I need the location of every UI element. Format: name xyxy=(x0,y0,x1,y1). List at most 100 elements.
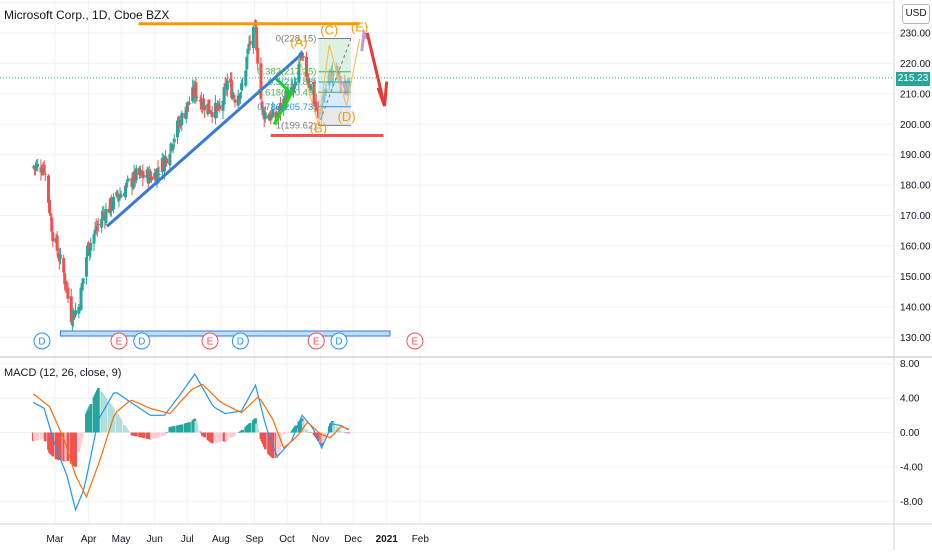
candle-body xyxy=(222,87,226,105)
event-marker-label: D xyxy=(237,337,244,348)
wave-label: (D) xyxy=(338,109,356,124)
macd-histogram-bar xyxy=(180,424,184,433)
candle-body xyxy=(43,173,47,175)
price-tick-label: 210.00 xyxy=(900,89,931,100)
time-tick-label: 2021 xyxy=(376,534,399,545)
fib-zone-upper xyxy=(318,38,351,82)
candle-body xyxy=(74,310,78,316)
time-tick-label: Nov xyxy=(312,534,330,545)
candle-body xyxy=(127,179,131,181)
candle-body xyxy=(89,242,93,251)
candle-body xyxy=(157,173,161,175)
event-marker-label: E xyxy=(207,337,214,348)
price-tick-label: 160.00 xyxy=(900,242,931,253)
event-marker-label: E xyxy=(313,337,320,348)
candle-body xyxy=(119,194,123,198)
candle-body xyxy=(134,168,138,181)
macd-histogram-bar xyxy=(210,432,214,444)
macd-histogram-bar xyxy=(198,430,202,433)
event-marker-label: D xyxy=(38,337,45,348)
time-tick-label: Aug xyxy=(212,534,230,545)
candle-body xyxy=(241,85,245,87)
macd-histogram-bar xyxy=(188,422,191,433)
macd-tick-label: 8.00 xyxy=(900,359,920,370)
macd-histogram-bar xyxy=(225,432,229,441)
macd-histogram-bar xyxy=(172,426,176,433)
candle-body xyxy=(210,111,214,117)
event-marker-label: E xyxy=(116,337,123,348)
macd-histogram-bar xyxy=(89,404,93,433)
candle-body xyxy=(256,47,260,64)
macd-histogram-bar xyxy=(347,432,351,434)
macd-histogram-bar xyxy=(119,420,123,433)
macd-histogram-bar xyxy=(218,432,222,442)
price-tick-label: 220.00 xyxy=(900,59,931,70)
candle-body xyxy=(36,164,40,167)
candle-body xyxy=(58,254,62,259)
event-marker-label: E xyxy=(412,337,419,348)
macd-tick-label: -8.00 xyxy=(900,497,923,508)
fib-level-label: 0.786(205.73) xyxy=(257,102,316,113)
macd-histogram-bar xyxy=(309,432,313,433)
macd-histogram-bar xyxy=(339,431,343,433)
macd-histogram-bar xyxy=(233,432,237,436)
time-tick-label: Jun xyxy=(147,534,163,545)
macd-histogram-bar xyxy=(305,429,308,433)
macd-histogram-bar xyxy=(74,432,77,467)
candle-body xyxy=(301,55,305,58)
time-tick-label: Oct xyxy=(279,534,295,545)
macd-tick-label: 4.00 xyxy=(900,394,920,405)
macd-histogram-bar xyxy=(263,432,267,450)
price-chart[interactable]: 130.00 140.00 150.00 160.00 170.00 180.00 190.… xyxy=(0,0,932,550)
candle-body xyxy=(263,112,267,120)
macd-histogram-bar xyxy=(43,432,47,442)
macd-tick-label: -4.00 xyxy=(900,462,923,473)
candle-body xyxy=(251,26,255,49)
candle-body xyxy=(168,154,172,166)
price-tick-label: 200.00 xyxy=(900,120,931,131)
macd-histogram-bar xyxy=(36,432,40,441)
background xyxy=(0,0,932,550)
candle-body xyxy=(248,40,252,45)
candle-body xyxy=(149,176,153,181)
time-tick-label: Feb xyxy=(412,534,430,545)
candle-body xyxy=(142,175,146,177)
candle-body xyxy=(225,80,229,91)
wave-label: (C) xyxy=(320,22,338,37)
candle-body xyxy=(81,278,85,284)
macd-histogram-bar xyxy=(203,432,206,438)
macd-histogram-bar xyxy=(157,432,161,438)
macd-histogram-bar xyxy=(241,429,244,433)
wave-label: (A) xyxy=(290,35,307,50)
candle-body xyxy=(180,112,184,125)
candle-body xyxy=(218,105,222,110)
time-tick-label: Jul xyxy=(181,534,194,545)
macd-histogram-bar xyxy=(164,432,167,434)
price-tick-label: 140.00 xyxy=(900,302,931,313)
macd-histogram-bar xyxy=(104,397,108,433)
macd-histogram-bar xyxy=(127,431,131,433)
candle-body xyxy=(104,208,108,224)
last-price-tag: 215.23 xyxy=(896,72,930,86)
currency-badge[interactable]: USD xyxy=(902,4,930,24)
candle-body xyxy=(233,99,237,103)
macd-histogram-bar xyxy=(165,432,169,433)
price-tick-label: 170.00 xyxy=(900,211,931,222)
fib-level-label: 0.618(210.49) xyxy=(257,87,316,98)
macd-histogram-bar xyxy=(248,423,252,433)
macd-histogram-bar xyxy=(256,428,260,433)
candle-body xyxy=(203,105,207,111)
chart-title: Microsoft Corp., 1D, Cboe BZX xyxy=(4,8,170,22)
candle-body xyxy=(51,232,55,242)
candle-body xyxy=(172,138,176,143)
time-tick-label: Dec xyxy=(344,534,362,545)
macd-histogram-bar xyxy=(150,432,153,440)
macd-histogram-bar xyxy=(195,423,199,433)
chart-container: 130.00 140.00 150.00 160.00 170.00 180.00 190.… xyxy=(0,0,932,550)
macd-histogram-bar xyxy=(142,432,146,438)
price-tick-label: 130.00 xyxy=(900,333,931,344)
candle-body xyxy=(42,164,46,173)
candle-body xyxy=(165,158,169,164)
macd-histogram-bar xyxy=(324,432,328,435)
price-tick-label: 150.00 xyxy=(900,272,931,283)
